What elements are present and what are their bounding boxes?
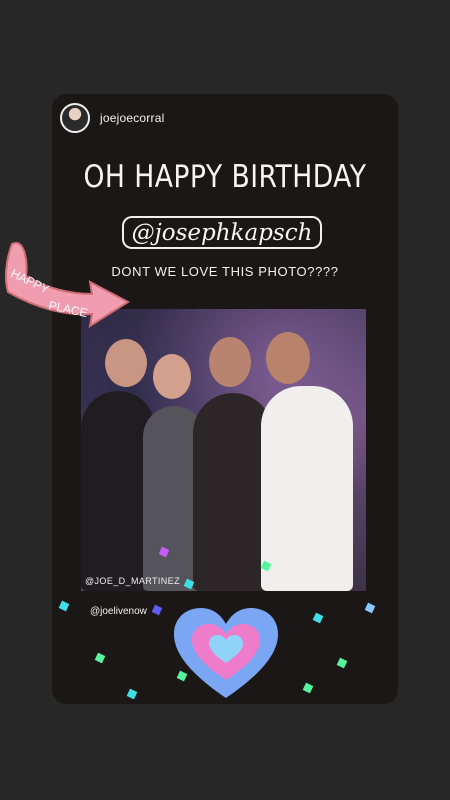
- photo-tag[interactable]: @JOE_D_MARTINEZ: [85, 576, 180, 586]
- story-header: joejoecorral: [60, 102, 164, 134]
- mention-tag[interactable]: @josephkapsch: [122, 216, 322, 249]
- username[interactable]: joejoecorral: [100, 111, 164, 125]
- bottom-tag[interactable]: @joelivenow: [90, 606, 147, 617]
- headline-text: OH HAPPY BIRTHDAY: [83, 159, 367, 195]
- story-photo: @JOE_D_MARTINEZ: [81, 309, 366, 591]
- happy-place-sticker[interactable]: HAPPY PLACE: [0, 232, 132, 342]
- avatar[interactable]: [60, 103, 90, 133]
- mention-text: @josephkapsch: [131, 219, 313, 246]
- heart-sticker[interactable]: [170, 606, 282, 702]
